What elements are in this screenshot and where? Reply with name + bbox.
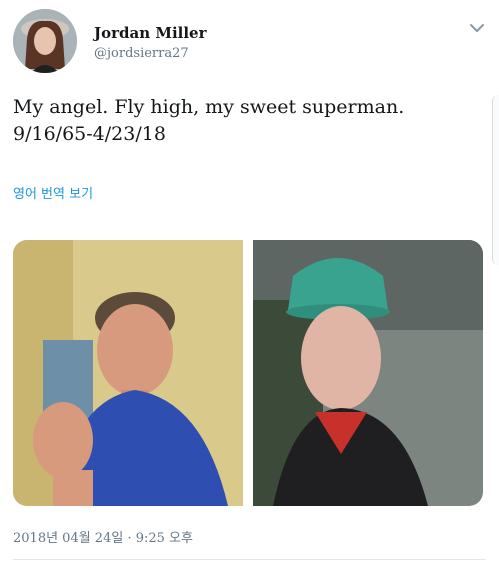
user-name[interactable]: Jordan Miller xyxy=(94,24,207,42)
tweet-photo[interactable] xyxy=(13,240,243,506)
avatar[interactable] xyxy=(13,9,77,73)
tweet-text: My angel. Fly high, my sweet superman. 9… xyxy=(13,94,483,148)
tweet-photo[interactable] xyxy=(253,240,483,506)
divider xyxy=(13,559,486,560)
tweet-timestamp[interactable]: 2018년 04월 24일 · 9:25 오후 xyxy=(13,527,193,546)
chevron-down-icon[interactable] xyxy=(467,18,487,38)
tweet-text-line: 9/16/65-4/23/18 xyxy=(13,123,166,145)
tweet-text-line: My angel. Fly high, my sweet superman. xyxy=(13,96,405,118)
scrollbar[interactable] xyxy=(492,95,499,265)
translate-link[interactable]: 영어 번역 보기 xyxy=(13,183,93,202)
user-handle[interactable]: @jordsierra27 xyxy=(94,46,189,61)
